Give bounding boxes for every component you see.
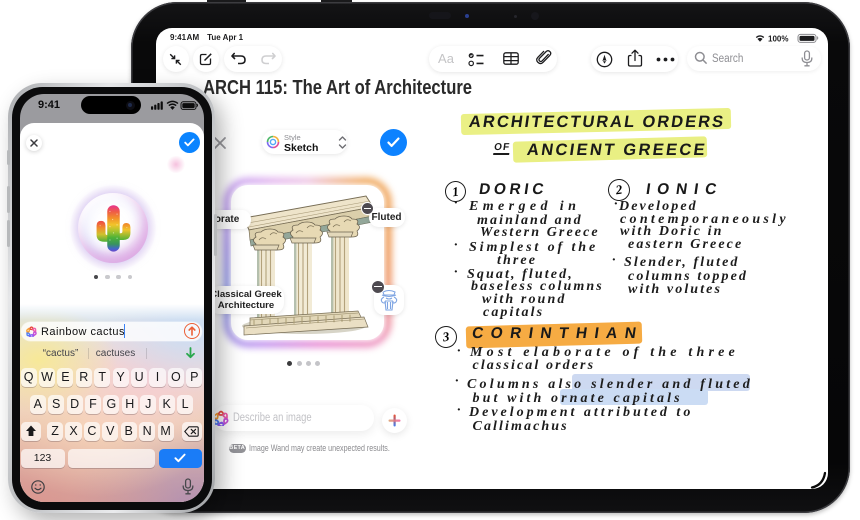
svg-text:100%: 100% bbox=[768, 34, 788, 43]
